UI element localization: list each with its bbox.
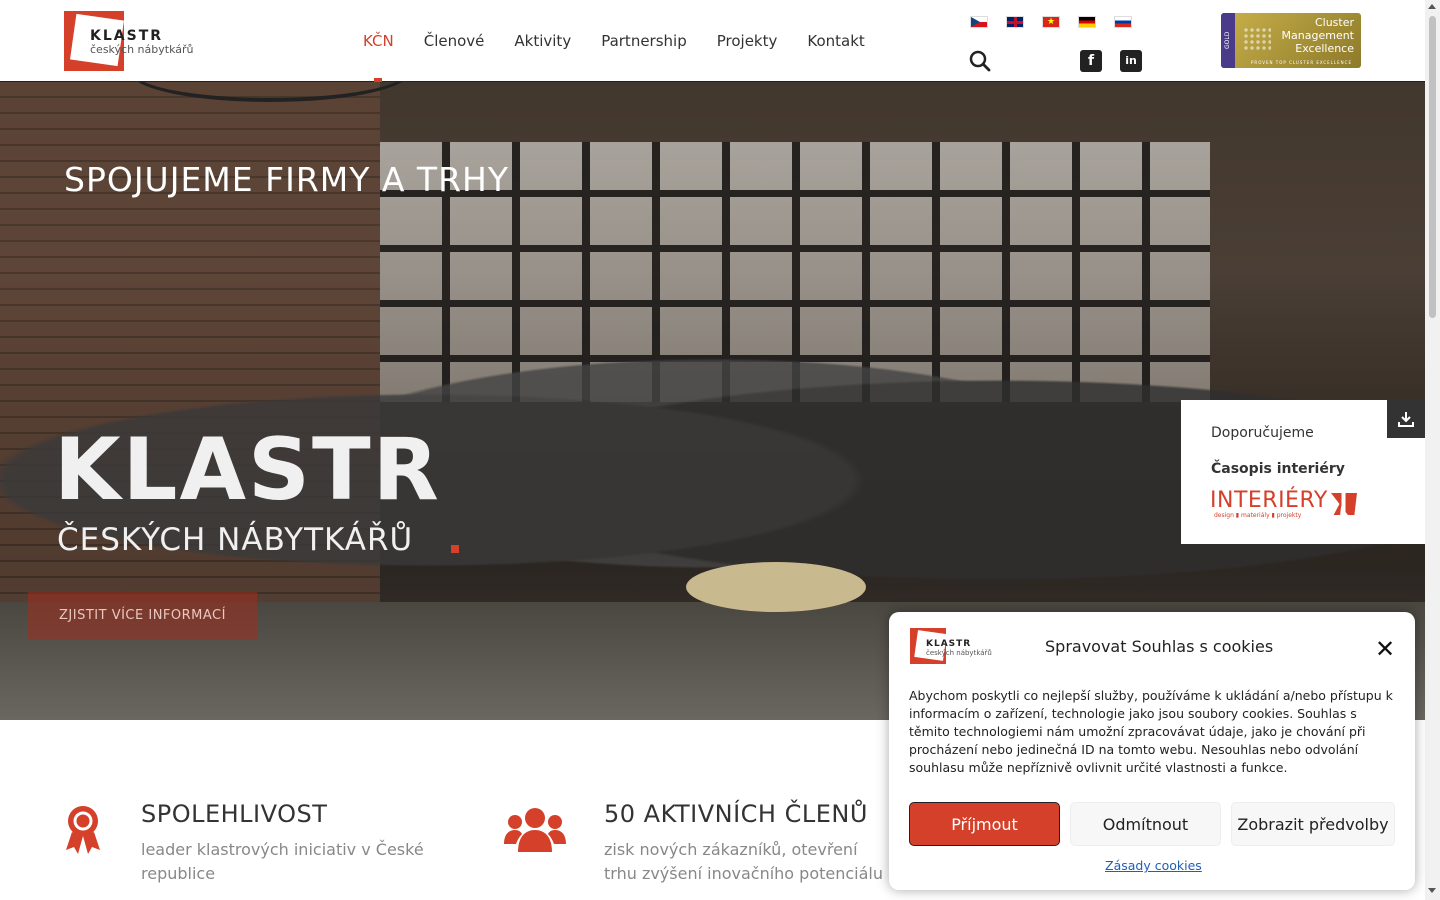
cookie-policy-link[interactable]: Zásady cookies [1105,858,1202,873]
badge-title: Cluster Management Excellence [1281,16,1354,55]
download-button[interactable] [1387,400,1425,438]
page: KLASTR českých nábytkářů KČN Členové Akt… [0,0,1440,900]
nav-clenove[interactable]: Členové [409,0,500,82]
interiery-mark-icon [1331,493,1357,515]
page-scrollbar[interactable] [1425,0,1440,900]
site-logo[interactable]: KLASTR českých nábytkářů [64,11,204,71]
flag-vn-icon[interactable]: ★ [1042,16,1060,28]
scroll-down-icon[interactable] [1428,888,1436,893]
facebook-icon[interactable]: f [1080,50,1102,72]
hero-tagline: SPOJUJEME FIRMY A TRHY [64,160,509,199]
flag-gb-icon[interactable] [1006,16,1024,28]
hero-accent-dot [451,545,459,553]
main-nav: KČN Členové Aktivity Partnership Projekt… [348,0,880,86]
cookie-consent-dialog: KLASTR českých nábytkářů Spravovat Souhl… [889,612,1415,890]
hero-table [686,562,866,612]
logo-line2: českých nábytkářů [90,43,194,56]
download-icon [1398,412,1414,427]
cluster-excellence-badge[interactable]: GOLD Cluster Management Excellence PROVE… [1221,13,1361,68]
nav-aktivity[interactable]: Aktivity [499,0,586,82]
nav-kcn[interactable]: KČN [348,0,409,86]
cookie-title: Spravovat Souhlas s cookies [1045,637,1274,656]
deny-cookies-button[interactable]: Odmítnout [1070,802,1221,846]
language-switcher: ★ [970,16,1132,28]
scroll-thumb[interactable] [1429,16,1436,318]
award-icon [66,806,100,854]
users-icon [504,808,566,852]
logo-line1: KLASTR [90,28,164,44]
linkedin-icon[interactable]: in [1120,50,1142,72]
hero-title: KLASTR [54,420,441,520]
site-header: KLASTR českých nábytkářů KČN Členové Akt… [0,0,1425,86]
hero-subtitle: ČESKÝCH NÁBYTKÁŘŮ [57,522,414,558]
nav-projekty[interactable]: Projekty [702,0,793,82]
cookie-logo-line1: KLASTR [926,639,972,649]
feature-title-reliability: SPOLEHLIVOST [141,800,328,828]
flag-cz-icon[interactable] [970,16,988,28]
flag-de-icon[interactable] [1078,16,1096,28]
badge-gold-label: GOLD [1221,13,1235,68]
cookie-logo: KLASTR českých nábytkářů [910,628,992,664]
close-icon[interactable]: ✕ [1375,637,1395,661]
interiery-logo[interactable]: INTERIÉRY [1210,488,1328,513]
flag-ru-icon[interactable] [1114,16,1132,28]
feature-title-members: 50 AKTIVNÍCH ČLENŮ [604,800,868,828]
nav-partnership[interactable]: Partnership [586,0,702,82]
cookie-text: Abychom poskytli co nejlepší služby, pou… [909,688,1393,775]
feature-text-members: zisk nových zákazníků, otevření trhu zvý… [604,840,884,883]
more-info-button[interactable]: ZJISTIT VÍCE INFORMACÍ [28,592,257,640]
scroll-up-icon[interactable] [1428,4,1436,9]
interiery-tagline: design ▮ materiály ▮ projekty [1214,512,1302,519]
search-icon[interactable] [969,50,991,72]
nav-kontakt[interactable]: Kontakt [792,0,879,82]
recommend-magazine[interactable]: Časopis interiéry [1211,461,1345,477]
badge-sub: PROVEN TOP CLUSTER EXCELLENCE [1251,60,1352,65]
cookie-preferences-button[interactable]: Zobrazit předvolby [1231,802,1395,846]
recommend-label: Doporučujeme [1211,425,1314,441]
accept-cookies-button[interactable]: Příjmout [909,802,1060,846]
cookie-logo-line2: českých nábytkářů [926,649,992,657]
badge-dots-icon [1243,27,1271,51]
feature-text-reliability: leader klastrových iniciativ v České rep… [141,840,424,883]
